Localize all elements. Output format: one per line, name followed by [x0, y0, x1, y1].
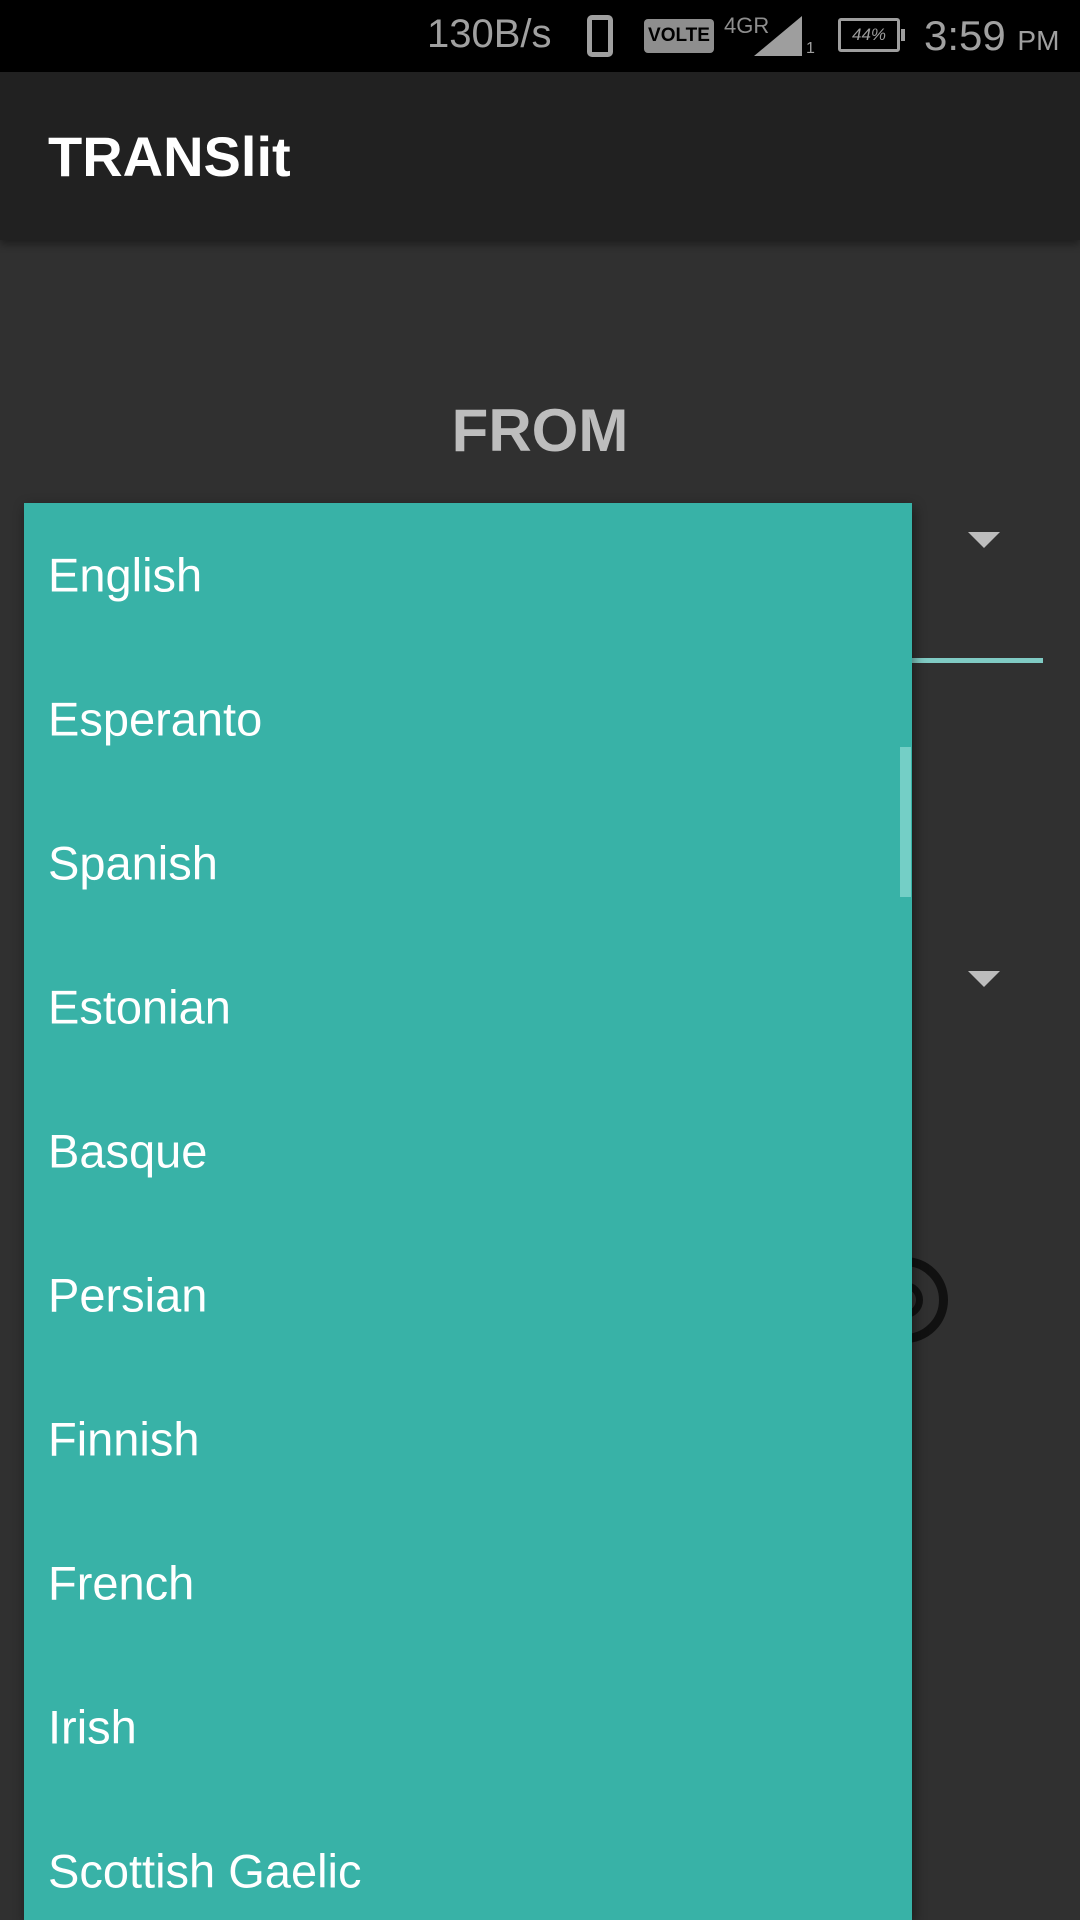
dropdown-item-label: Persian: [48, 1268, 208, 1322]
clock-ampm: PM: [1017, 25, 1060, 56]
dropdown-item-english[interactable]: English: [24, 503, 912, 647]
signal-icon: [754, 16, 802, 56]
volte-badge: VOLTE: [644, 19, 714, 53]
dropdown-item-label: Basque: [48, 1124, 208, 1178]
dropdown-item-persian[interactable]: Persian: [24, 1223, 912, 1367]
dropdown-item-label: Esperanto: [48, 692, 263, 746]
dropdown-scrollbar[interactable]: [900, 747, 911, 897]
dropdown-item-spanish[interactable]: Spanish: [24, 791, 912, 935]
dropdown-item-label: Irish: [48, 1700, 137, 1754]
dropdown-item-label: English: [48, 548, 203, 602]
dropdown-item-label: Estonian: [48, 980, 231, 1034]
dropdown-item-scottish-gaelic[interactable]: Scottish Gaelic: [24, 1799, 912, 1920]
to-spinner-arrow-icon[interactable]: [968, 971, 1000, 987]
dropdown-item-finnish[interactable]: Finnish: [24, 1367, 912, 1511]
screen: 130B/s VOLTE 4GR 1 44% 3:59 PM TRANSlit …: [0, 0, 1080, 1920]
app-title: TRANSlit: [48, 125, 291, 188]
dropdown-item-label: French: [48, 1556, 195, 1610]
language-dropdown: English Esperanto Spanish Estonian Basqu…: [24, 503, 912, 1920]
sim-number: 1: [806, 40, 815, 57]
dropdown-item-esperanto[interactable]: Esperanto: [24, 647, 912, 791]
dropdown-item-basque[interactable]: Basque: [24, 1079, 912, 1223]
dropdown-item-french[interactable]: French: [24, 1511, 912, 1655]
status-bar: 130B/s VOLTE 4GR 1 44% 3:59 PM: [0, 0, 1080, 72]
dropdown-item-label: Spanish: [48, 836, 218, 890]
clock-time: 3:59: [924, 12, 1006, 59]
dropdown-item-estonian[interactable]: Estonian: [24, 935, 912, 1079]
dropdown-item-irish[interactable]: Irish: [24, 1655, 912, 1799]
from-spinner-arrow-icon[interactable]: [968, 532, 1000, 548]
battery-icon: 44%: [838, 18, 905, 52]
dropdown-item-label: Scottish Gaelic: [48, 1844, 362, 1898]
app-bar: TRANSlit: [0, 72, 1080, 240]
dropdown-item-label: Finnish: [48, 1412, 200, 1466]
clock: 3:59 PM: [924, 12, 1059, 60]
from-label: FROM: [451, 397, 629, 464]
phone-icon: [587, 15, 613, 57]
network-speed: 130B/s: [427, 12, 552, 56]
